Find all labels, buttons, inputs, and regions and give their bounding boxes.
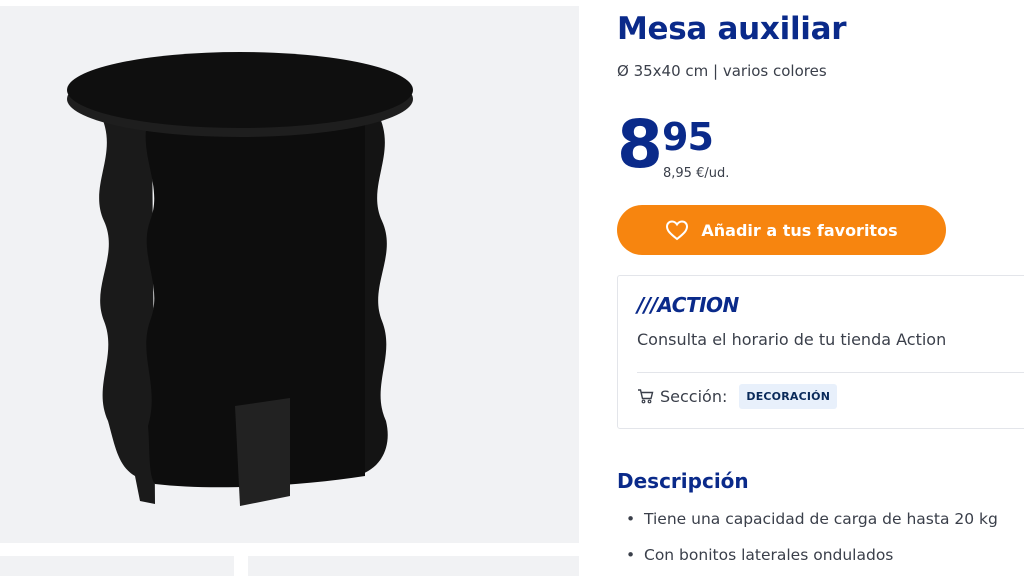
store-card: ///ACTION Consulta el horario de tu tien… bbox=[617, 275, 1024, 429]
description-item-text: Con bonitos laterales ondulados bbox=[644, 546, 894, 564]
section-row: Sección: DECORACIÓN bbox=[637, 382, 838, 410]
price-decimals: 95 bbox=[662, 115, 714, 159]
description-title: Descripción bbox=[617, 469, 749, 493]
store-hours-link[interactable]: Consulta el horario de tu tienda Action bbox=[637, 330, 946, 349]
list-item: • Tiene una capacidad de carga de hasta 2… bbox=[626, 510, 998, 528]
thumbnail-2[interactable] bbox=[248, 556, 579, 576]
cart-icon bbox=[638, 389, 654, 404]
action-logo: ///ACTION bbox=[637, 293, 739, 317]
add-to-favorites-label: Añadir a tus favoritos bbox=[701, 220, 898, 240]
list-item: • Con bonitos laterales ondulados bbox=[626, 546, 894, 564]
thumbnail-1[interactable] bbox=[0, 556, 234, 576]
product-main-image[interactable] bbox=[0, 6, 579, 543]
table-left-panel bbox=[99, 118, 155, 504]
side-table-image bbox=[67, 52, 413, 506]
unit-price: 8,95 €/ud. bbox=[663, 166, 730, 181]
add-to-favorites-button[interactable]: Añadir a tus favoritos bbox=[617, 205, 946, 255]
heart-icon bbox=[666, 220, 689, 241]
section-badge[interactable]: DECORACIÓN bbox=[739, 383, 838, 409]
table-foot-panel bbox=[235, 398, 290, 506]
table-top-surface bbox=[67, 52, 413, 128]
section-label: Sección: bbox=[660, 386, 728, 406]
description-list: • Tiene una capacidad de carga de hasta 2… bbox=[617, 510, 998, 576]
product-subtitle: Ø 35x40 cm | varios colores bbox=[617, 62, 827, 80]
price-integer: 8 bbox=[617, 106, 663, 183]
divider bbox=[637, 372, 1024, 373]
product-info: Mesa auxiliar Ø 35x40 cm | varios colore… bbox=[617, 0, 1024, 576]
product-title: Mesa auxiliar bbox=[617, 11, 847, 47]
description-item-text: Tiene una capacidad de carga de hasta 20… bbox=[644, 510, 998, 528]
